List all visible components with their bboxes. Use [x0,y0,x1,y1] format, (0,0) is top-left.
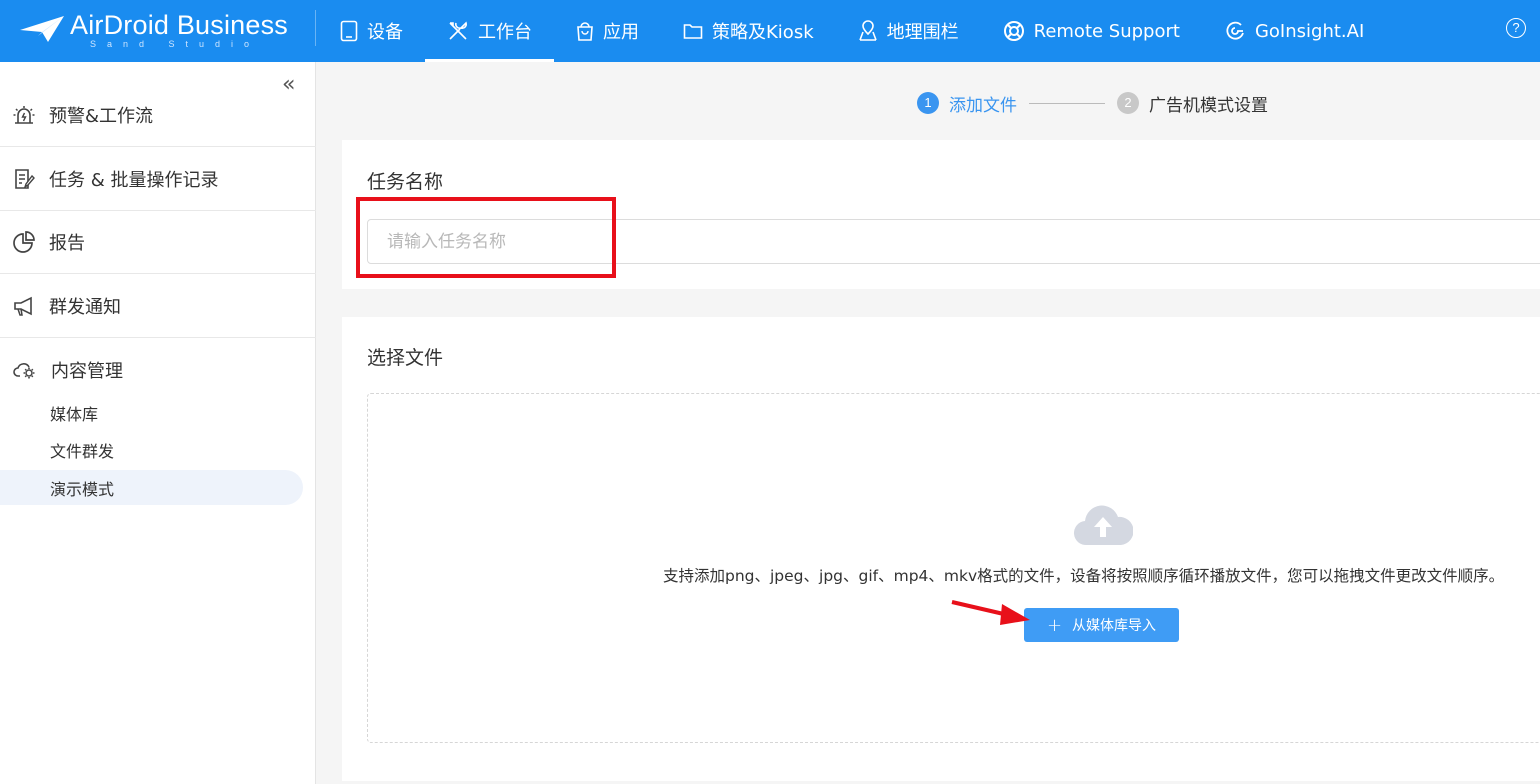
sidebar-subitem-file-distribution[interactable]: 文件群发 [0,432,303,467]
nav-label: 地理围栏 [886,22,959,43]
goinsight-icon [1226,21,1244,40]
logo-subtitle: Sand Studio [90,39,261,49]
import-from-media-library-button[interactable]: + 从媒体库导入 [1024,608,1179,642]
tablet-icon [340,20,358,42]
lifebuoy-icon [1003,21,1024,41]
cloud-gear-icon [13,362,35,378]
step-add-files: 1 添加文件 [917,91,1017,116]
sidebar-item-label: 内容管理 [51,360,123,382]
task-list-icon [15,169,35,189]
nav-apps[interactable]: 应用 [554,0,661,62]
task-name-title: 任务名称 [367,171,444,193]
file-dropzone[interactable]: 支持添加png、jpeg、jpg、gif、mp4、mkv格式的文件，设备将按照顺… [367,393,1540,743]
nav-remote-support[interactable]: Remote Support [981,0,1202,62]
step-number: 1 [917,92,939,114]
step-label: 广告机模式设置 [1149,95,1268,116]
step-kiosk-settings: 2 广告机模式设置 [1117,91,1268,116]
step-label: 添加文件 [949,95,1017,116]
wizard-steps: 1 添加文件 2 广告机模式设置 [917,91,1268,116]
task-name-input[interactable] [367,219,1540,264]
shopping-bag-icon [577,22,593,41]
nav-label: 策略及Kiosk [712,22,814,43]
sidebar-item-label: 任务 & 批量操作记录 [49,170,219,191]
nav-policy-kiosk[interactable]: 策略及Kiosk [661,0,836,62]
alarm-icon [13,106,35,124]
sidebar-subitem-media-library[interactable]: 媒体库 [0,395,303,430]
sidebar-subitem-demo-mode[interactable]: 演示模式 [0,470,303,505]
nav-label: GoInsight.AI [1254,20,1365,42]
sidebar-subitem-label: 文件群发 [50,441,115,461]
step-number: 2 [1117,92,1139,114]
sidebar-item-tasks[interactable]: 任务 & 批量操作记录 [0,148,316,211]
nav-workbench[interactable]: 工作台 [425,0,554,62]
nav-devices[interactable]: 设备 [318,0,425,62]
step-connector [1029,102,1105,104]
nav-label: Remote Support [1033,20,1180,42]
sidebar-item-label: 预警&工作流 [49,106,154,127]
nav-geofence[interactable]: 地理围栏 [836,0,981,62]
sidebar-subitem-label: 演示模式 [50,479,115,499]
nav-label: 应用 [603,22,639,43]
top-nav-bar: AirDroid Business Sand Studio 设备 工作台 应用 … [0,0,1540,62]
megaphone-icon [14,296,32,316]
paper-plane-logo-icon [20,16,64,42]
nav-label: 工作台 [478,22,532,43]
sidebar-item-label: 群发通知 [49,297,121,318]
file-select-title: 选择文件 [367,347,444,369]
sidebar-item-content-management[interactable]: 内容管理 [0,338,316,401]
plus-icon: + [1046,614,1063,636]
file-select-card: 选择文件 支持添加png、jpeg、jpg、gif、mp4、mkv格式的文件，设… [342,317,1540,781]
sidebar-item-reports[interactable]: 报告 [0,211,316,274]
airdroid-logo[interactable]: AirDroid Business Sand Studio [18,6,308,52]
file-format-hint: 支持添加png、jpeg、jpg、gif、mp4、mkv格式的文件，设备将按照顺… [663,567,1505,585]
sidebar-item-alerts-workflow[interactable]: 预警&工作流 [0,84,316,147]
main-nav: 设备 工作台 应用 策略及Kiosk 地理围栏 Remote Support G… [318,0,1386,62]
nav-goinsight[interactable]: GoInsight.AI [1202,0,1386,62]
sidebar-item-label: 报告 [49,233,85,254]
logo-divider [315,10,316,46]
logo-text: AirDroid Business [70,10,288,40]
help-icon[interactable]: ? [1506,18,1526,38]
cloud-upload-icon [1074,505,1133,546]
folder-icon [683,24,703,39]
tools-icon [449,21,467,40]
nav-label: 设备 [367,22,403,43]
task-name-card: 任务名称 [342,140,1540,289]
import-button-label: 从媒体库导入 [1072,618,1157,634]
sidebar-subitem-label: 媒体库 [50,404,99,424]
sidebar-item-notifications[interactable]: 群发通知 [0,275,316,338]
sidebar: « 预警&工作流 任务 & 批量操作记录 报告 群发通知 内容管理 媒体库 文件… [0,62,316,784]
pie-chart-icon [13,231,35,253]
map-pin-icon [858,20,877,41]
